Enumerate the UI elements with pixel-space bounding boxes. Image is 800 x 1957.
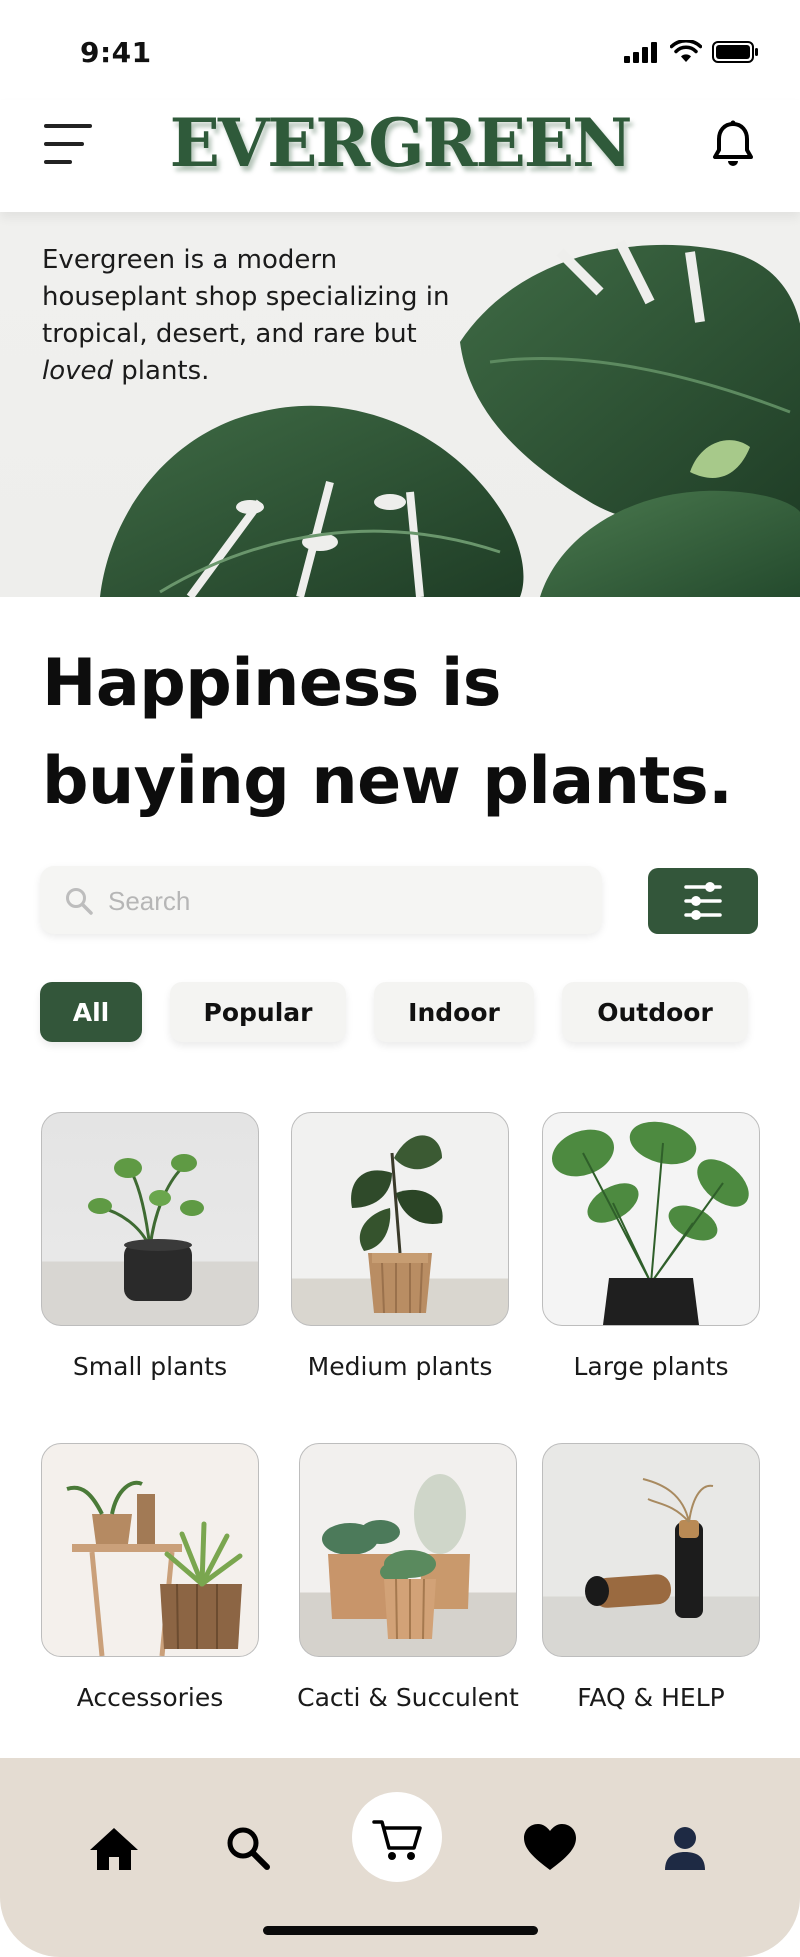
cacti-succulent-image — [299, 1443, 517, 1657]
search-bar[interactable] — [40, 866, 602, 936]
chip-all[interactable]: All — [40, 982, 142, 1042]
hero-banner: Evergreen is a modern houseplant shop sp… — [0, 212, 800, 597]
category-large-plants[interactable]: Large plants — [542, 1112, 760, 1381]
filter-chips: All Popular Indoor Outdoor — [40, 982, 748, 1042]
accessories-image — [41, 1443, 259, 1657]
large-plants-image — [542, 1112, 760, 1326]
heart-icon[interactable] — [520, 1818, 580, 1878]
brand-logo: EVERGREEN — [169, 104, 633, 182]
home-icon[interactable] — [84, 1818, 144, 1878]
category-medium-plants[interactable]: Medium plants — [291, 1112, 509, 1381]
category-label: Medium plants — [307, 1352, 493, 1381]
category-small-plants[interactable]: Small plants — [41, 1112, 259, 1381]
cart-button[interactable] — [352, 1792, 442, 1882]
search-input[interactable] — [106, 866, 580, 936]
small-plants-image — [41, 1112, 259, 1326]
search-icon[interactable] — [218, 1818, 278, 1878]
status-icons — [624, 40, 760, 64]
status-time: 9:41 — [80, 36, 152, 69]
battery-icon — [712, 41, 758, 63]
category-label: Large plants — [573, 1352, 729, 1381]
category-label: Cacti & Succulent — [297, 1683, 519, 1712]
hero-text-emphasis: loved — [42, 356, 114, 386]
category-label: Accessories — [76, 1683, 224, 1712]
medium-plants-image — [291, 1112, 509, 1326]
page-headline: Happiness is buying new plants. — [42, 646, 733, 819]
chip-popular[interactable]: Popular — [170, 982, 346, 1042]
hero-description: Evergreen is a modern houseplant shop sp… — [42, 242, 462, 390]
faq-help-image — [542, 1443, 760, 1657]
category-label: Small plants — [72, 1352, 228, 1381]
signal-icon — [624, 42, 657, 63]
category-label: FAQ & HELP — [577, 1683, 725, 1712]
category-cacti-succulent[interactable]: Cacti & Succulent — [297, 1443, 519, 1712]
category-accessories[interactable]: Accessories — [41, 1443, 259, 1712]
search-icon — [66, 888, 93, 915]
hero-text-end: plants. — [113, 356, 210, 386]
profile-icon[interactable] — [655, 1818, 715, 1878]
bottom-nav — [0, 1758, 800, 1957]
wifi-icon — [670, 40, 702, 62]
home-indicator — [263, 1926, 538, 1935]
sliders-icon — [684, 882, 722, 920]
category-faq-help[interactable]: FAQ & HELP — [542, 1443, 760, 1712]
filter-button[interactable] — [648, 868, 758, 934]
notification-bell-icon[interactable] — [710, 120, 756, 170]
cart-icon — [372, 1820, 422, 1860]
hero-text-part: Evergreen is a modern houseplant shop sp… — [42, 245, 450, 349]
status-bar: 9:41 — [0, 0, 800, 100]
chip-outdoor[interactable]: Outdoor — [562, 982, 748, 1042]
chip-indoor[interactable]: Indoor — [374, 982, 534, 1042]
